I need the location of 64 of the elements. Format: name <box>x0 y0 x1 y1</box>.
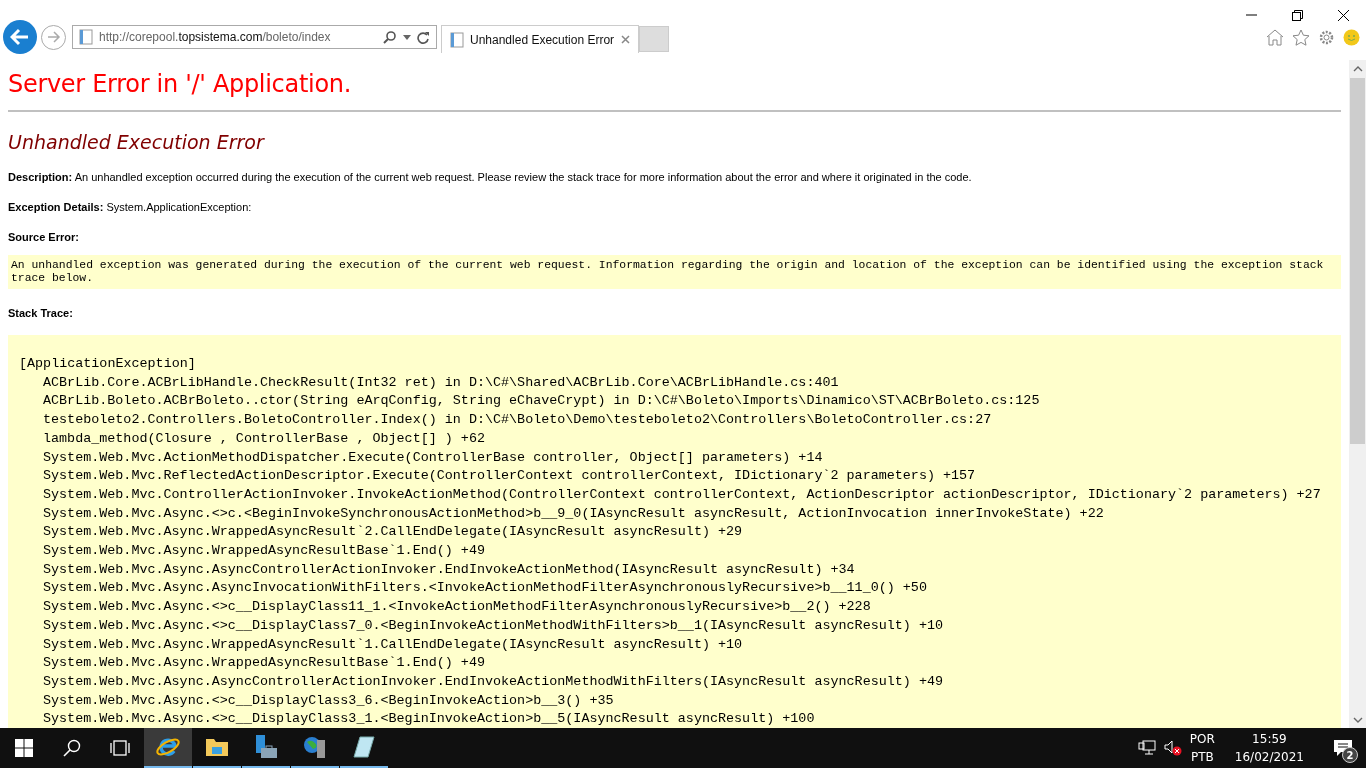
folder-icon <box>205 736 229 758</box>
error-subheading: Unhandled Execution Error <box>8 131 266 153</box>
language-code: POR <box>1189 731 1215 748</box>
stack-trace-line: ACBrLib.Boleto.ACBrBoleto..ctor(String eArqConfig, String eChaveCrypt) in D:\C#\Boleto\Imports\Dinamico\ST\ACBrBoleto.cs:125 <box>42 392 1041 411</box>
notification-count: 2 <box>1342 747 1358 763</box>
stack-trace-line: System.Web.Mvc.Async.<>c__DisplayClass3_1.<BeginInvokeAction>b__5(IAsyncResult asyncResult) +100 <box>42 710 816 728</box>
globe-computer-icon <box>302 734 328 760</box>
search-icon <box>63 739 81 757</box>
date: 16/02/2021 <box>1234 749 1304 766</box>
forward-arrow-icon <box>46 31 61 43</box>
scroll-up-icon[interactable] <box>1352 65 1363 72</box>
scrollbar[interactable] <box>1349 60 1366 728</box>
stack-trace-line: System.Web.Mvc.Async.<>c__DisplayClass11_1.<InvokeActionMethodFilterAsynchronouslyRecursive>b__2() +228 <box>42 598 872 617</box>
stack-trace-line: System.Web.Mvc.Async.<>c__DisplayClass7_0.<BeginInvokeActionMethodWithFilters>b__1(IAsyncResult asyncResult) +10 <box>42 616 944 635</box>
stack-trace-line: System.Web.Mvc.Async.AsyncControllerActionInvoker.EndInvokeActionMethod(IAsyncResult asyncResult) +34 <box>42 560 856 579</box>
stack-trace-line: System.Web.Mvc.ReflectedActionDescriptor.Execute(ControllerContext controllerContext, IDictionary`2 parameters) +157 <box>42 467 977 486</box>
section-label: Source Error: <box>8 231 80 243</box>
refresh-icon[interactable] <box>417 30 430 44</box>
close-icon <box>1337 9 1349 21</box>
section-label: Stack Trace: <box>8 307 74 319</box>
page-icon <box>450 31 464 48</box>
muted-speaker-icon[interactable] <box>1163 740 1182 756</box>
star-icon[interactable] <box>1292 29 1310 46</box>
search-icon[interactable] <box>383 30 397 44</box>
stack-trace-line: System.Web.Mvc.Async.AsyncControllerActionInvoker.EndInvokeActionMethodWithFilters(IAsyncResult asyncResult) +49 <box>42 672 944 691</box>
notifications-button[interactable]: 2 <box>1320 728 1366 768</box>
error-detail: Description: An unhandled exception occurred during the execution of the current web request. Please review the stack trace for more information about the error and where it originated in the code. <box>8 171 973 183</box>
stack-trace-line: System.Web.Mvc.ActionMethodDispatcher.Execute(ControllerBase controller, Object[] parameters) +14 <box>42 448 824 467</box>
address-field[interactable]: http://corepool.topsistema.com/boleto/index <box>72 25 437 49</box>
browser-tab[interactable]: Unhandled Execution Error <box>441 25 639 53</box>
time: 15:59 <box>1252 731 1287 748</box>
stack-trace-line: System.Web.Mvc.Async.<>c.<BeginInvokeSynchronousActionMethod>b__9_0(IAsyncResult asyncResult, ActionInvocation innerInvokeState) +22 <box>42 504 1105 523</box>
scroll-down-icon[interactable] <box>1352 716 1363 723</box>
dropdown-caret-icon[interactable] <box>403 34 411 40</box>
source-error-text: An unhandled exception was generated during the execution of the current web request. Information regarding the origin and location of the exception can be identified using the exception stack trace below. <box>8 255 1341 289</box>
input-language[interactable]: POR PTB <box>1189 730 1215 766</box>
error-heading: Server Error in '/' Application. <box>8 70 352 98</box>
server-toolbox-icon <box>253 734 279 760</box>
back-arrow-icon <box>10 28 30 46</box>
stack-trace-line: lambda_method(Closure , ControllerBase , Object[] ) +62 <box>42 429 486 448</box>
error-detail: Exception Details: System.ApplicationException: <box>8 201 253 213</box>
back-button[interactable] <box>3 20 37 54</box>
close-icon[interactable] <box>621 35 630 44</box>
page-icon <box>79 29 93 45</box>
restore-icon <box>1291 9 1303 21</box>
stack-trace-line: System.Web.Mvc.Async.WrappedAsyncResultBase`1.End() +49 <box>42 542 486 561</box>
stack-trace-line: [ApplicationException] <box>19 355 197 373</box>
task-view-icon <box>109 740 131 756</box>
stack-trace-line: System.Web.Mvc.Async.WrappedAsyncResult`2.CallEndDelegate(IAsyncResult asyncResult) +29 <box>42 523 744 542</box>
clock[interactable]: 15:59 16/02/2021 <box>1234 730 1304 766</box>
settings-icon[interactable] <box>1318 29 1335 46</box>
taskbar-app[interactable] <box>144 728 192 768</box>
network-icon[interactable] <box>1137 740 1156 756</box>
windows-logo-icon <box>15 739 33 757</box>
minimize-icon <box>1245 14 1257 16</box>
stack-trace-line: System.Web.Mvc.Async.WrappedAsyncResult`1.CallEndDelegate(IAsyncResult asyncResult) +10 <box>42 635 744 654</box>
stack-trace-line: testeboleto2.Controllers.BoletoController.Index() in D:\C#\Boleto\Demo\testeboleto2\Controllers\BoletoController.cs:27 <box>42 411 993 430</box>
stack-trace-line: ACBrLib.Core.ACBrLibHandle.CheckResult(Int32 ret) in D:\C#\Shared\ACBrLib.Core\ACBrLibHandle.cs:401 <box>42 373 840 392</box>
home-icon[interactable] <box>1266 29 1284 46</box>
stack-trace-line: System.Web.Mvc.ControllerActionInvoker.InvokeActionMethod(ControllerContext controllerContext, ActionDescriptor actionDescriptor, IDictionary`2 parameters) +27 <box>42 485 1322 504</box>
stack-trace-line: System.Web.Mvc.Async.WrappedAsyncResultBase`1.End() +49 <box>42 654 486 673</box>
keyboard-layout: PTB <box>1190 749 1214 766</box>
stack-trace-line: System.Web.Mvc.Async.<>c__DisplayClass3_6.<BeginInvokeAction>b__3() +35 <box>42 691 615 710</box>
stack-trace-line: System.Web.Mvc.Async.AsyncInvocationWithFilters.<InvokeActionMethodFilterAsynchronouslyRecursive>b__11_0() +50 <box>42 579 928 598</box>
